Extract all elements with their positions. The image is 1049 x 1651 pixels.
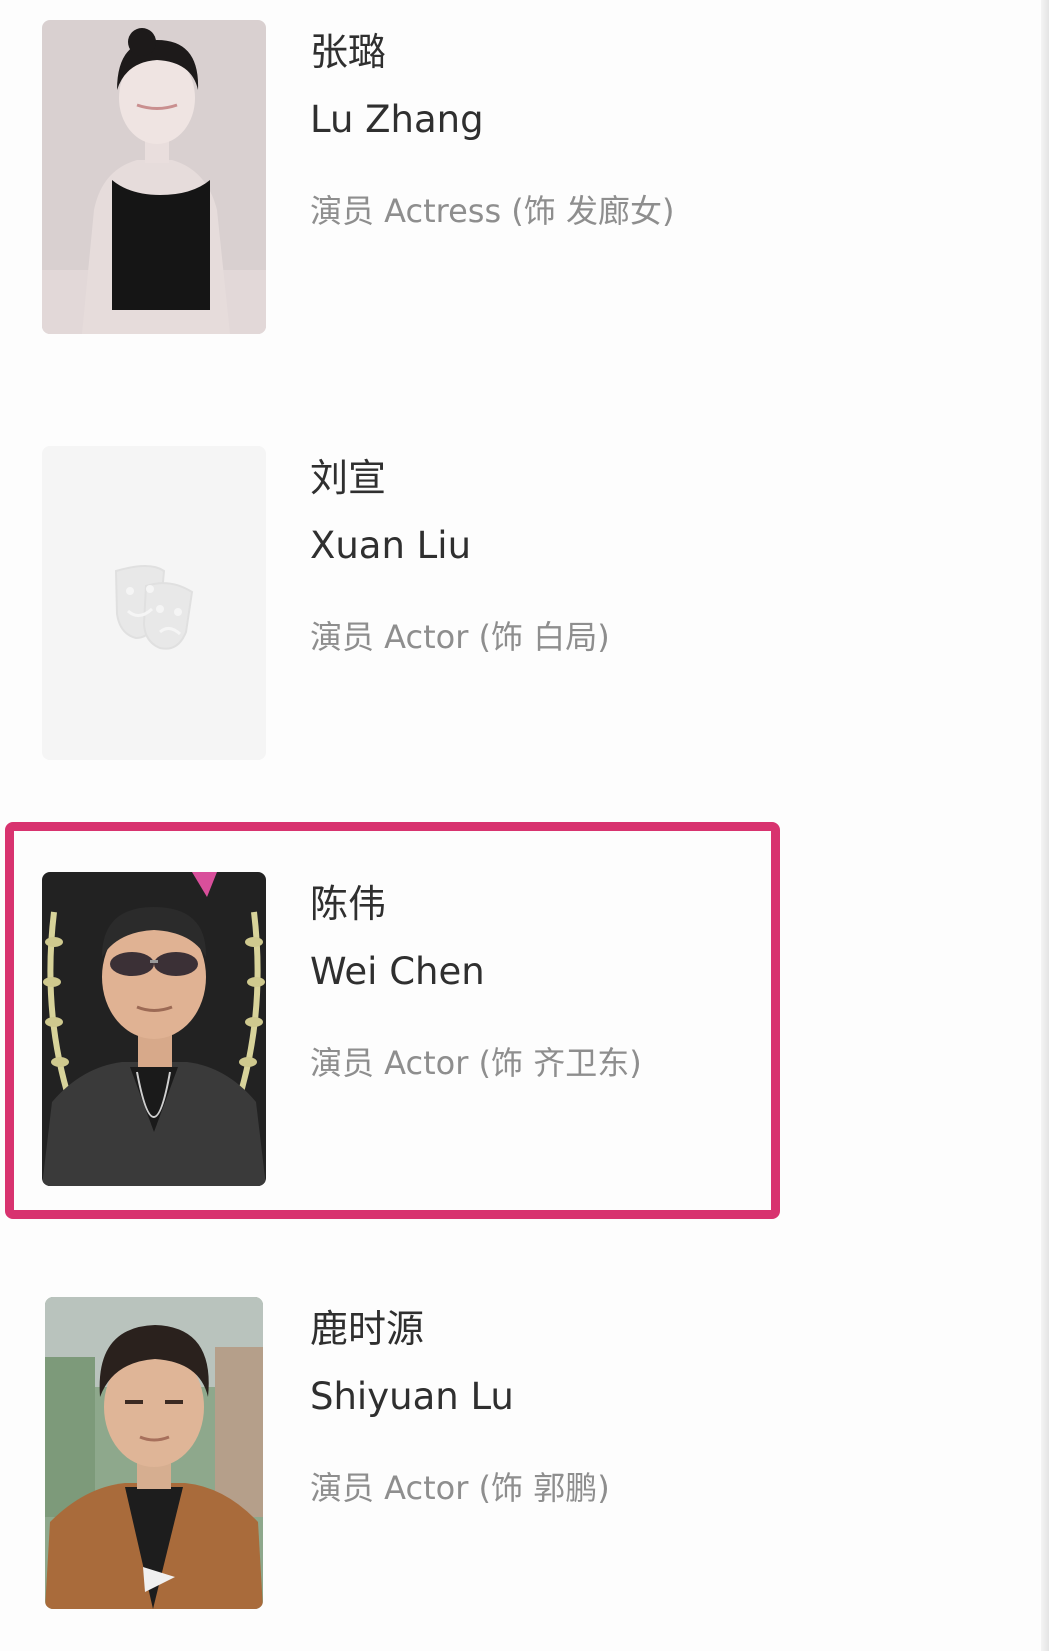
role-description: 演员 Actor (饰 郭鹏) [310,1469,610,1507]
actor-photo[interactable] [45,1297,263,1609]
role-description: 演员 Actress (饰 发廊女) [310,192,675,230]
name-english: Xuan Liu [310,524,472,567]
name-english: Lu Zhang [310,98,484,141]
actor-photo[interactable] [42,20,266,334]
name-chinese: 张璐 [310,30,387,74]
highlight-box [5,822,780,1219]
actor-photo-placeholder[interactable] [42,446,266,760]
theater-masks-icon [42,446,266,760]
role-description: 演员 Actor (饰 白局) [310,618,610,656]
cast-member-xuan-liu[interactable]: 刘宣 Xuan Liu 演员 Actor (饰 白局) [0,446,800,766]
name-chinese: 鹿时源 [310,1307,425,1351]
name-english: Shiyuan Lu [310,1375,514,1418]
cast-member-lu-zhang[interactable]: 张璐 Lu Zhang 演员 Actress (饰 发廊女) [0,20,800,340]
cast-member-shiyuan-lu[interactable]: 鹿时源 Shiyuan Lu 演员 Actor (饰 郭鹏) [0,1297,800,1617]
name-chinese: 刘宣 [310,456,387,500]
